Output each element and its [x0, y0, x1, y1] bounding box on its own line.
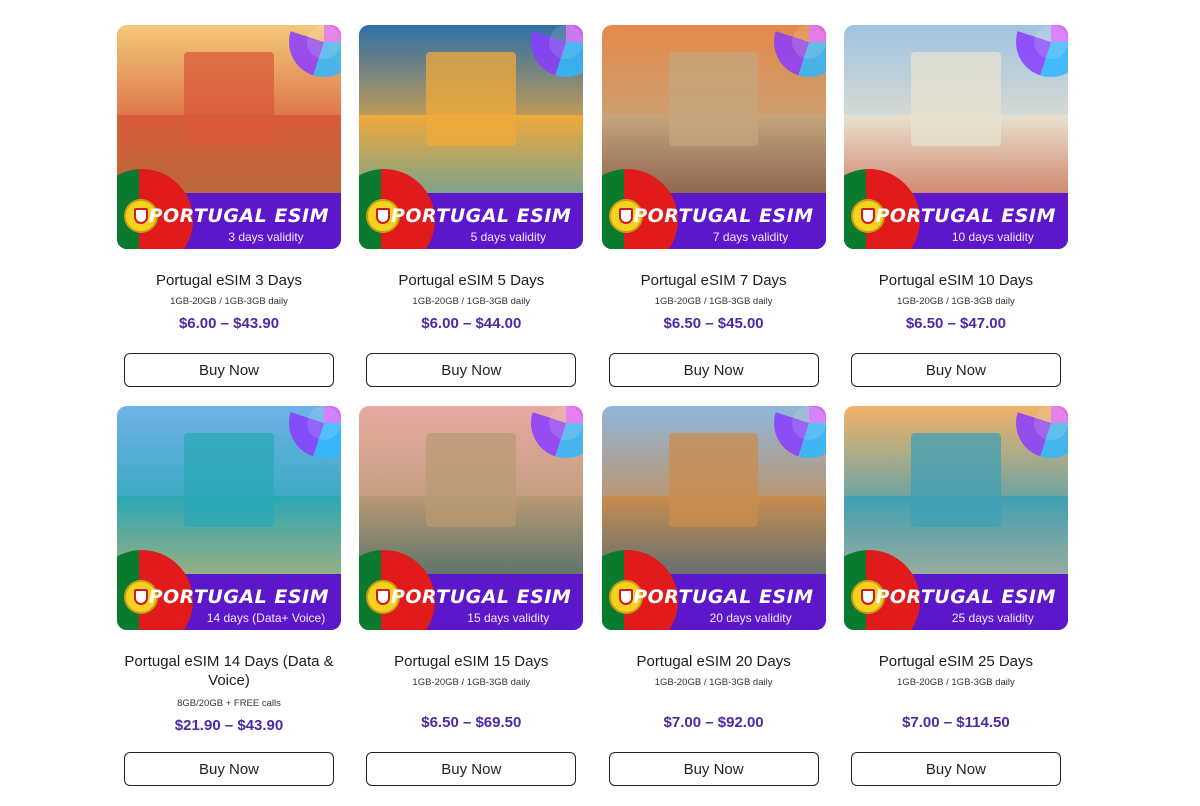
- product-image[interactable]: PORTUGAL ESIM 7 days validity: [601, 25, 826, 249]
- product-name[interactable]: Portugal eSIM 10 Days: [844, 271, 1068, 290]
- banner-subtitle: 7 days validity: [712, 230, 789, 244]
- product-banner: PORTUGAL ESIM 7 days validity: [601, 169, 826, 249]
- product-card: PORTUGAL ESIM 15 days validity Portugal …: [359, 406, 584, 806]
- product-image[interactable]: PORTUGAL ESIM 14 days (Data+ Voice): [117, 406, 341, 630]
- landmark-shape: [668, 51, 759, 146]
- product-banner: PORTUGAL ESIM 5 days validity: [359, 169, 584, 249]
- banner-subtitle: 14 days (Data+ Voice): [206, 611, 326, 625]
- buy-now-button[interactable]: Buy Now: [124, 353, 334, 387]
- product-price: $21.90 – $43.90: [174, 717, 284, 734]
- buy-now-button[interactable]: Buy Now: [850, 353, 1061, 387]
- product-specs: 1GB-20GB / 1GB-3GB daily: [412, 296, 531, 307]
- landmark-shape: [184, 51, 274, 146]
- buy-now-button[interactable]: Buy Now: [608, 752, 819, 786]
- product-specs: 1GB-20GB / 1GB-3GB daily: [897, 677, 1015, 688]
- buy-now-button[interactable]: Buy Now: [124, 752, 334, 786]
- banner-title: PORTUGAL ESIM: [148, 586, 329, 608]
- product-price: $6.50 – $69.50: [421, 714, 522, 731]
- product-image[interactable]: PORTUGAL ESIM 25 days validity: [843, 406, 1068, 630]
- product-banner: PORTUGAL ESIM 25 days validity: [843, 550, 1068, 630]
- landmark-shape: [426, 432, 517, 527]
- product-card: PORTUGAL ESIM 10 days validity Portugal …: [843, 25, 1068, 406]
- product-specs: 1GB-20GB / 1GB-3GB daily: [897, 296, 1015, 307]
- landmark-shape: [426, 51, 517, 146]
- product-image[interactable]: PORTUGAL ESIM 20 days validity: [601, 406, 826, 630]
- product-name[interactable]: Portugal eSIM 7 Days: [602, 271, 826, 290]
- product-card: PORTUGAL ESIM 3 days validity Portugal e…: [117, 25, 341, 406]
- product-image[interactable]: PORTUGAL ESIM 10 days validity: [843, 25, 1068, 249]
- product-banner: PORTUGAL ESIM 15 days validity: [359, 550, 584, 630]
- landmark-shape: [911, 432, 1001, 527]
- product-specs: 1GB-20GB / 1GB-3GB daily: [412, 677, 531, 688]
- product-price: $7.00 – $92.00: [663, 714, 764, 731]
- product-card: PORTUGAL ESIM 20 days validity Portugal …: [601, 406, 826, 806]
- banner-title: PORTUGAL ESIM: [390, 205, 572, 227]
- banner-title: PORTUGAL ESIM: [148, 205, 329, 227]
- banner-subtitle: 25 days validity: [951, 611, 1034, 625]
- product-specs: 1GB-20GB / 1GB-3GB daily: [654, 296, 773, 307]
- product-banner: PORTUGAL ESIM 20 days validity: [601, 550, 826, 630]
- product-specs: 1GB-20GB / 1GB-3GB daily: [170, 296, 288, 307]
- landmark-shape: [668, 432, 759, 527]
- product-name[interactable]: Portugal eSIM 20 Days: [602, 652, 826, 671]
- product-price: $6.50 – $47.00: [905, 315, 1006, 332]
- product-banner: PORTUGAL ESIM 3 days validity: [117, 169, 341, 249]
- product-banner: PORTUGAL ESIM 10 days validity: [843, 169, 1068, 249]
- product-specs: 1GB-20GB / 1GB-3GB daily: [654, 677, 773, 688]
- product-name[interactable]: Portugal eSIM 14 Days (Data & Voice): [117, 652, 341, 690]
- banner-subtitle: 3 days validity: [228, 230, 304, 244]
- product-image[interactable]: PORTUGAL ESIM 3 days validity: [117, 25, 341, 249]
- product-name[interactable]: Portugal eSIM 3 Days: [117, 271, 341, 290]
- landmark-shape: [184, 432, 274, 527]
- product-banner: PORTUGAL ESIM 14 days (Data+ Voice): [117, 550, 341, 630]
- product-price: $6.00 – $43.90: [178, 315, 280, 332]
- buy-now-button[interactable]: Buy Now: [608, 353, 819, 387]
- buy-now-button[interactable]: Buy Now: [366, 353, 577, 387]
- product-image[interactable]: PORTUGAL ESIM 5 days validity: [359, 25, 584, 249]
- banner-subtitle: 20 days validity: [709, 611, 792, 625]
- product-name[interactable]: Portugal eSIM 5 Days: [359, 271, 583, 290]
- banner-subtitle: 10 days validity: [951, 230, 1034, 244]
- product-price: $6.50 – $45.00: [663, 315, 764, 332]
- product-price: $6.00 – $44.00: [421, 315, 522, 332]
- banner-subtitle: 5 days validity: [470, 230, 546, 244]
- banner-title: PORTUGAL ESIM: [875, 205, 1056, 227]
- product-card: PORTUGAL ESIM 14 days (Data+ Voice) Port…: [117, 406, 341, 806]
- banner-title: PORTUGAL ESIM: [875, 586, 1056, 608]
- product-name[interactable]: Portugal eSIM 25 Days: [844, 652, 1068, 671]
- buy-now-button[interactable]: Buy Now: [366, 752, 577, 786]
- product-card: PORTUGAL ESIM 25 days validity Portugal …: [843, 406, 1068, 806]
- product-price: $7.00 – $114.50: [902, 714, 1010, 731]
- banner-subtitle: 15 days validity: [467, 611, 550, 625]
- product-image[interactable]: PORTUGAL ESIM 15 days validity: [359, 406, 584, 630]
- product-card: PORTUGAL ESIM 7 days validity Portugal e…: [601, 25, 826, 406]
- landmark-shape: [911, 51, 1001, 146]
- product-card: PORTUGAL ESIM 5 days validity Portugal e…: [359, 25, 584, 406]
- buy-now-button[interactable]: Buy Now: [850, 752, 1061, 786]
- banner-title: PORTUGAL ESIM: [633, 586, 814, 608]
- banner-title: PORTUGAL ESIM: [390, 586, 572, 608]
- product-name[interactable]: Portugal eSIM 15 Days: [359, 652, 583, 671]
- product-specs: 8GB/20GB + FREE calls: [177, 698, 281, 709]
- banner-title: PORTUGAL ESIM: [633, 205, 814, 227]
- product-grid: PORTUGAL ESIM 3 days validity Portugal e…: [117, 25, 1068, 806]
